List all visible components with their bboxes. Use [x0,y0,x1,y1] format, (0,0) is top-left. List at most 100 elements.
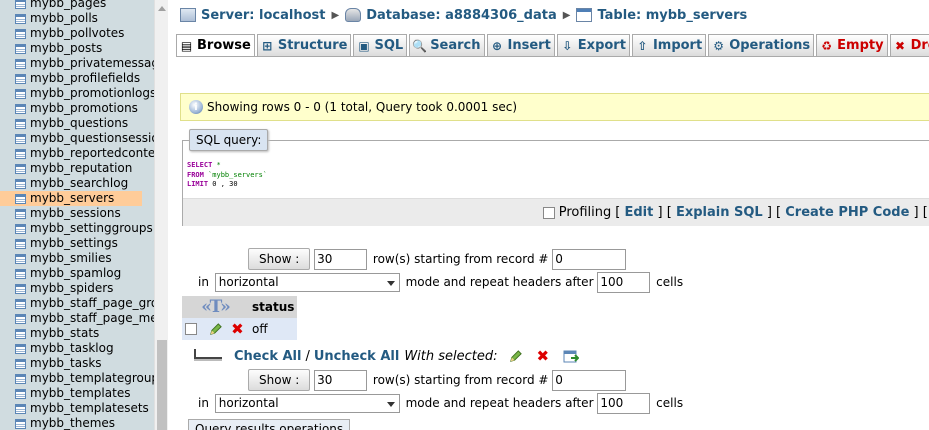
sidebar-item-mybb_searchlog[interactable]: mybb_searchlog [0,176,155,191]
column-resize-icon[interactable]: «T» [182,296,249,318]
table-icon[interactable] [15,89,26,99]
sidebar-item-label[interactable]: mybb_spiders [30,281,113,295]
edit-pencil-icon[interactable] [208,322,223,337]
sidebar-item-label[interactable]: mybb_pages [30,0,106,10]
table-icon[interactable] [15,179,26,189]
sidebar-item-label[interactable]: mybb_settinggroups [30,221,153,235]
table-icon[interactable] [15,299,26,309]
show-button-bottom[interactable]: Show : [248,369,311,391]
display-mode-select-bottom[interactable]: horizontal [214,394,400,413]
create-php-code-link[interactable]: Create PHP Code [785,205,909,220]
table-icon[interactable] [15,389,26,399]
sidebar-item-label[interactable]: mybb_spamlog [30,266,121,280]
rows-input-top[interactable]: 30 [314,248,368,270]
rows-input-bottom[interactable]: 30 [314,369,368,391]
sidebar-item-mybb_spiders[interactable]: mybb_spiders [0,281,155,296]
tab-browse[interactable]: ▤ Browse [176,34,255,56]
table-icon[interactable] [15,0,26,9]
table-icon[interactable] [15,74,26,84]
breadcrumb-database[interactable]: Database: a8884306_data [345,8,557,23]
table-icon[interactable] [15,254,26,264]
sidebar-item-mybb_templategroups[interactable]: mybb_templategroups [0,371,155,386]
sidebar-item-label[interactable]: mybb_staff_page_groups [30,296,155,310]
sidebar-item-mybb_pollvotes[interactable]: mybb_pollvotes [0,26,155,41]
breadcrumb-server-label[interactable]: Server: localhost [201,8,325,23]
repeat-headers-input-bottom[interactable]: 100 [597,393,651,414]
sidebar-item-mybb_pages[interactable]: mybb_pages [0,0,155,11]
sidebar-item-label[interactable]: mybb_posts [30,41,102,55]
status-cell[interactable]: off [249,318,298,340]
tab-empty[interactable]: ♻ Empty [816,34,888,56]
sidebar-item-mybb_smilies[interactable]: mybb_smilies [0,251,155,266]
table-icon[interactable] [15,284,26,294]
sidebar-item-mybb_settings[interactable]: mybb_settings [0,236,155,251]
sidebar-item-label[interactable]: mybb_staff_page_members [30,311,155,325]
sidebar-item-label[interactable]: mybb_stats [30,326,99,340]
tab-operations[interactable]: ⚙ Operations [708,34,815,56]
table-icon[interactable] [15,374,26,384]
sidebar-item-mybb_sessions[interactable]: mybb_sessions [0,206,155,221]
table-icon[interactable] [15,14,26,24]
sidebar-item-mybb_spamlog[interactable]: mybb_spamlog [0,266,155,281]
sidebar-item-label[interactable]: mybb_themes [30,416,115,430]
uncheck-all-link[interactable]: Uncheck All [314,349,399,364]
export-selected-icon[interactable] [563,349,580,364]
tab-export[interactable]: ⇩ Export [556,34,630,56]
sidebar-item-label[interactable]: mybb_profilefields [30,71,140,85]
delete-selected-icon[interactable]: ✖ [537,348,550,364]
explain-sql-link[interactable]: Explain SQL [676,205,763,220]
sidebar-item-label[interactable]: mybb_sessions [30,206,121,220]
profiling-checkbox[interactable] [542,206,555,219]
sidebar-item-label[interactable]: mybb_templatesets [30,401,149,415]
table-icon[interactable] [15,419,26,429]
sidebar-item-label[interactable]: mybb_promotions [30,101,138,115]
sidebar-item-mybb_polls[interactable]: mybb_polls [0,11,155,26]
table-icon[interactable] [15,194,26,204]
sidebar-item-label[interactable]: mybb_reputation [30,161,132,175]
sidebar-item-label[interactable]: mybb_reportedcontent [30,146,155,160]
nav-scrollbar[interactable] [154,0,168,430]
sidebar-item-label[interactable]: mybb_templategroups [30,371,155,385]
column-header-status[interactable]: status [249,296,298,318]
check-all-link[interactable]: Check All [234,349,301,364]
start-record-input-bottom[interactable]: 0 [552,369,627,391]
breadcrumb-server[interactable]: Server: localhost [180,8,325,23]
sidebar-item-mybb_stats[interactable]: mybb_stats [0,326,155,341]
sidebar-item-label[interactable]: mybb_questionsessions [30,131,155,145]
sidebar-item-mybb_promotionlogs[interactable]: mybb_promotionlogs [0,86,155,101]
tab-drop[interactable]: ✖ Drop [889,34,929,56]
table-icon[interactable] [15,344,26,354]
table-icon[interactable] [15,224,26,234]
table-icon[interactable] [15,134,26,144]
sidebar-item-mybb_servers[interactable]: mybb_servers [0,191,142,206]
table-icon[interactable] [15,149,26,159]
row-checkbox[interactable] [185,323,197,335]
sidebar-item-label[interactable]: mybb_promotionlogs [30,86,155,100]
delete-icon[interactable]: ✖ [231,321,244,337]
query-results-operations-legend[interactable]: Query results operations [188,419,351,430]
sidebar-item-label[interactable]: mybb_smilies [30,251,112,265]
sidebar-item-mybb_reportedcontent[interactable]: mybb_reportedcontent [0,146,155,161]
sidebar-item-mybb_questions[interactable]: mybb_questions [0,116,155,131]
sidebar-item-mybb_privatemessages[interactable]: mybb_privatemessages [0,56,155,71]
breadcrumb-table[interactable]: Table: mybb_servers [576,8,747,23]
display-mode-select-top[interactable]: horizontal [214,273,400,292]
table-icon[interactable] [15,59,26,69]
table-icon[interactable] [15,239,26,249]
sidebar-item-mybb_staff_page_members[interactable]: mybb_staff_page_members [0,311,155,326]
sidebar-item-label[interactable]: mybb_pollvotes [30,26,124,40]
sidebar-item-mybb_promotions[interactable]: mybb_promotions [0,101,155,116]
sidebar-item-mybb_themes[interactable]: mybb_themes [0,416,155,430]
scrollbar-thumb[interactable] [157,340,167,430]
tab-sql[interactable]: ▣ SQL [353,34,408,56]
sidebar-item-mybb_profilefields[interactable]: mybb_profilefields [0,71,155,86]
show-button-top[interactable]: Show : [248,248,311,270]
table-icon[interactable] [15,314,26,324]
table-icon[interactable] [15,29,26,39]
sidebar-item-label[interactable]: mybb_templates [30,386,130,400]
table-icon[interactable] [15,269,26,279]
table-icon[interactable] [15,209,26,219]
sidebar-item-mybb_staff_page_groups[interactable]: mybb_staff_page_groups [0,296,155,311]
sidebar-item-label[interactable]: mybb_tasklog [30,341,114,355]
table-icon[interactable] [15,359,26,369]
